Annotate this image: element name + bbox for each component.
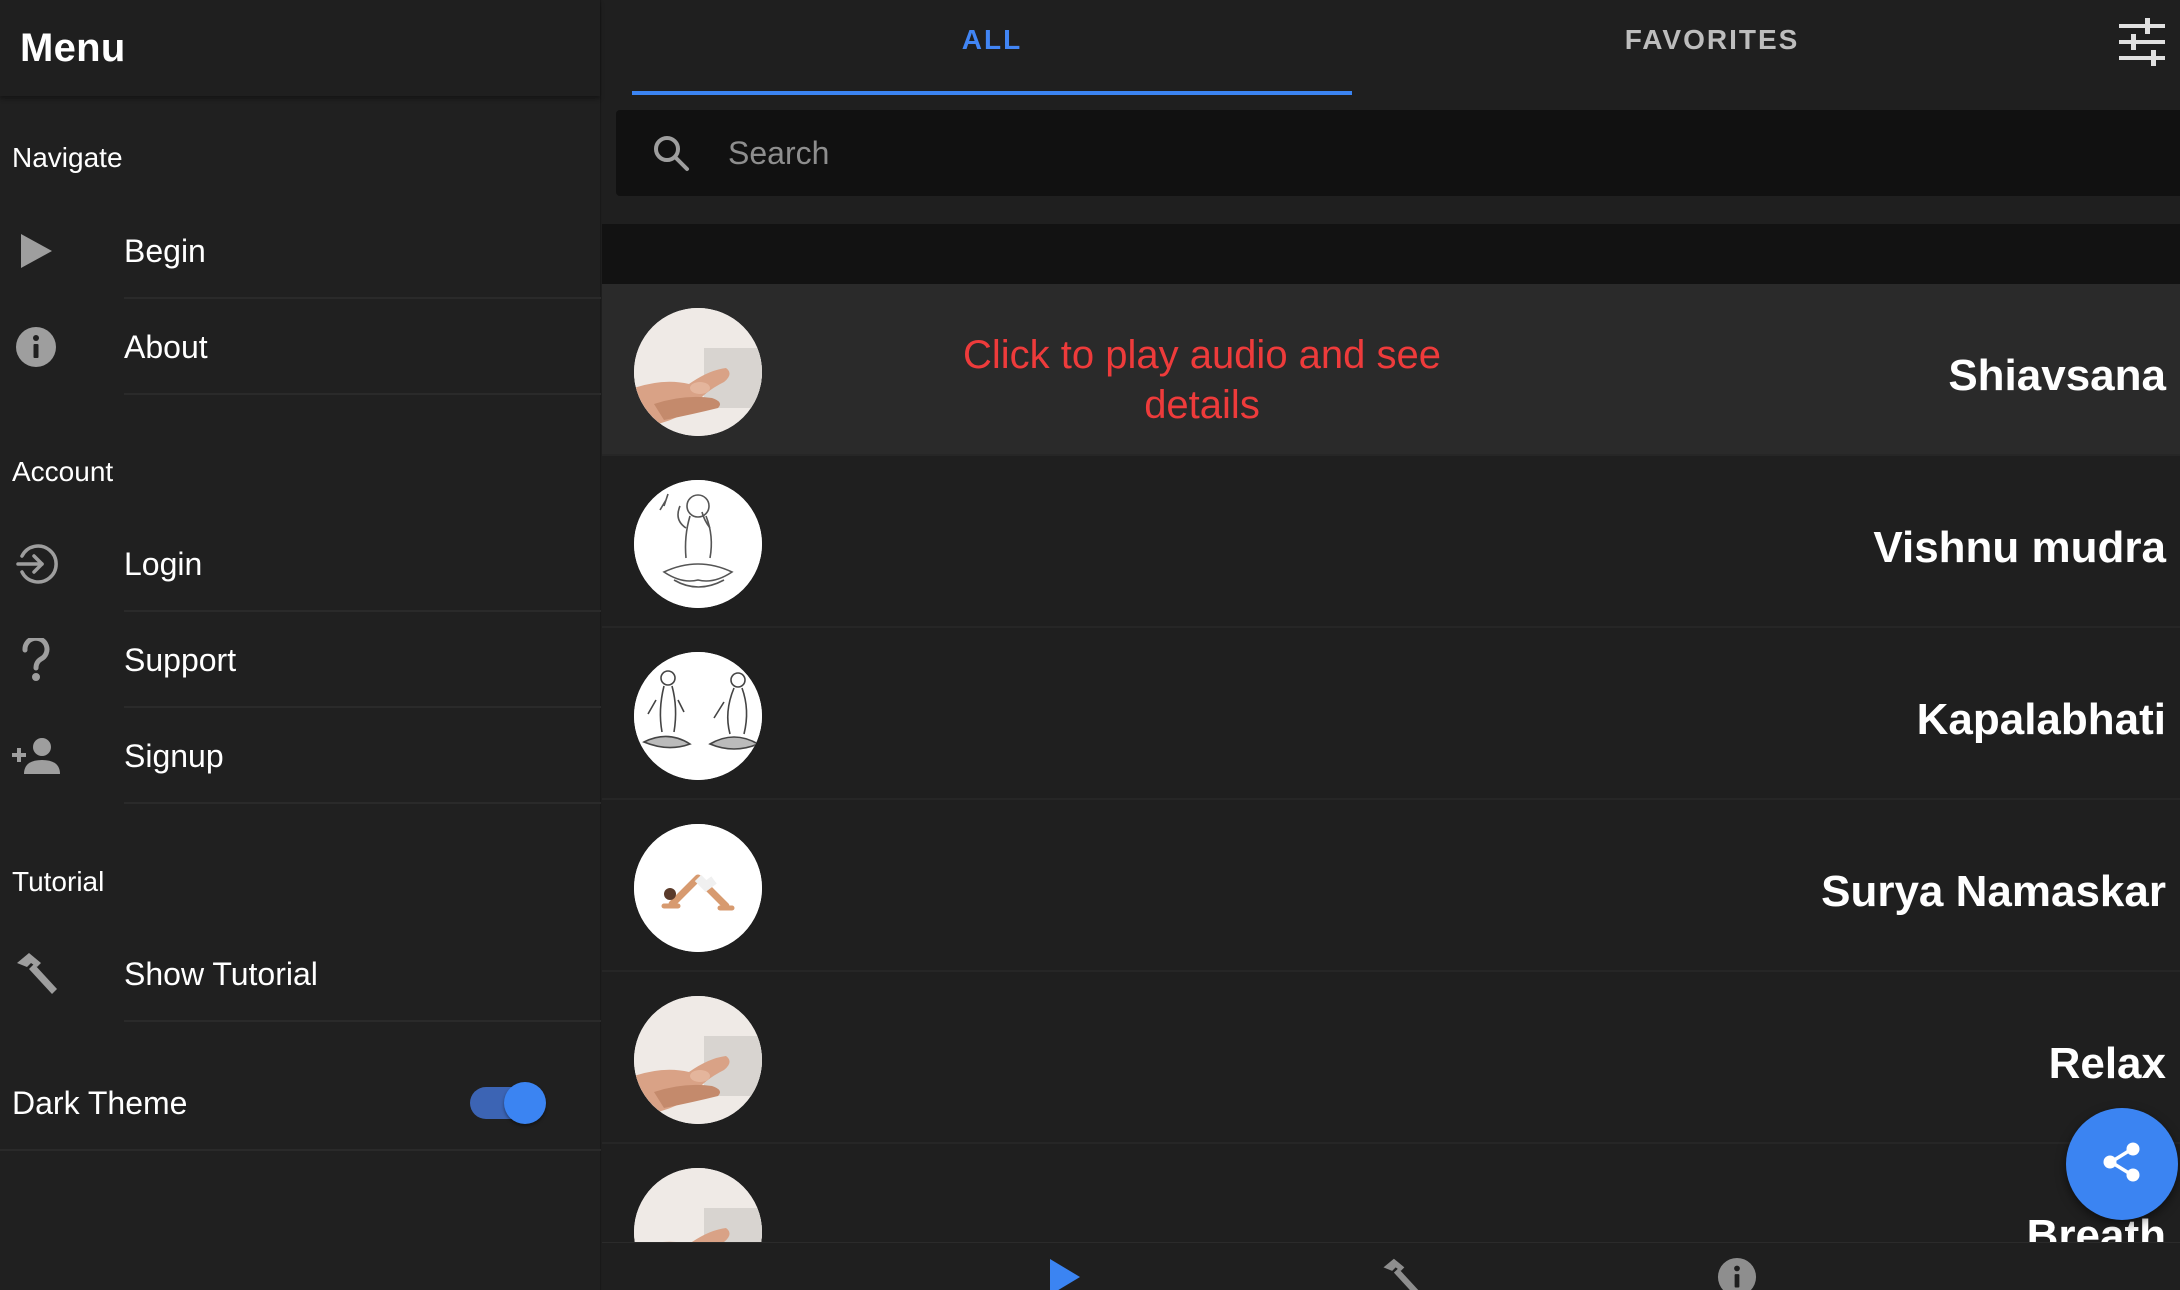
menu-item-label: Support <box>124 642 237 678</box>
list-item-relax[interactable]: Relax <box>602 972 2180 1144</box>
thumbnail-image <box>634 480 762 608</box>
menu-item-signup[interactable]: Signup <box>0 708 601 804</box>
menu-item-about[interactable]: About <box>0 299 601 395</box>
add-person-icon <box>12 732 60 780</box>
list-header-bar <box>602 224 2180 284</box>
list-item-title: Vishnu mudra <box>1873 523 2166 572</box>
thumbnail-image <box>634 1168 762 1242</box>
divider <box>124 802 601 804</box>
list-item-vishnu-mudra[interactable]: Vishnu mudra <box>602 456 2180 628</box>
section-label-account: Account <box>12 456 114 487</box>
section-label-navigate: Navigate <box>12 142 123 173</box>
menu-item-label: Show Tutorial <box>124 956 318 992</box>
search-icon <box>652 134 690 172</box>
main-content: ALL FAVORITES Search Click to play audio… <box>602 0 2180 1290</box>
filter-icon[interactable] <box>2117 18 2167 66</box>
info-icon <box>1717 1257 1757 1290</box>
list-item-title: Kapalabhati <box>1916 695 2166 744</box>
list-item-breath[interactable]: Breath <box>602 1144 2180 1242</box>
tab-bar: ALL FAVORITES <box>602 0 2180 96</box>
divider <box>0 1149 601 1151</box>
hammer-icon <box>12 950 60 998</box>
dark-theme-row: Dark Theme <box>0 1055 601 1151</box>
thumbnail-image <box>634 996 762 1124</box>
toggle-knob <box>504 1082 546 1124</box>
bottom-play-button[interactable] <box>1046 1257 1086 1290</box>
menu-item-label: Login <box>124 546 203 582</box>
list-item-title: Surya Namaskar <box>1821 867 2166 916</box>
bottom-tutorial-button[interactable] <box>1380 1257 1420 1290</box>
tab-all[interactable]: ALL <box>632 0 1352 96</box>
search-bar <box>616 110 2180 196</box>
hammer-icon <box>1380 1258 1420 1290</box>
exercise-list: Click to play audio and see details Shia… <box>602 284 2180 1242</box>
side-menu: Menu Navigate Begin About Account Login … <box>0 0 601 1290</box>
menu-item-show-tutorial[interactable]: Show Tutorial <box>0 926 601 1022</box>
menu-item-login[interactable]: Login <box>0 516 601 612</box>
tutorial-hint-text: Click to play audio and see details <box>962 333 1442 427</box>
help-icon <box>12 636 60 684</box>
app-window: Menu Navigate Begin About Account Login … <box>0 0 2180 1290</box>
menu-title: Menu <box>20 25 126 70</box>
menu-item-begin[interactable]: Begin <box>0 203 601 299</box>
thumbnail-image <box>634 824 762 952</box>
list-item-title: Shiavsana <box>1948 351 2166 400</box>
thumbnail-image <box>634 308 762 436</box>
login-icon <box>12 540 60 588</box>
list-item-shiavsana[interactable]: Click to play audio and see details Shia… <box>602 284 2180 456</box>
thumbnail-image <box>634 652 762 780</box>
tab-favorites[interactable]: FAVORITES <box>1352 0 2072 96</box>
dark-theme-toggle[interactable] <box>470 1082 546 1124</box>
list-item-surya-namaskar[interactable]: Surya Namaskar <box>602 800 2180 972</box>
menu-item-label: About <box>124 329 208 365</box>
share-icon <box>2100 1140 2144 1189</box>
share-button[interactable] <box>2066 1108 2178 1220</box>
search-input[interactable] <box>726 110 2126 196</box>
menu-item-support[interactable]: Support <box>0 612 601 708</box>
section-label-tutorial: Tutorial <box>12 866 105 897</box>
active-tab-indicator <box>632 91 1352 95</box>
menu-item-label: Begin <box>124 233 206 269</box>
list-item-kapalabhati[interactable]: Kapalabhati <box>602 628 2180 800</box>
side-menu-header: Menu <box>0 0 600 96</box>
divider <box>124 393 601 395</box>
play-icon <box>1046 1259 1082 1290</box>
play-icon <box>12 227 60 275</box>
menu-item-label: Signup <box>124 738 224 774</box>
bottom-about-button[interactable] <box>1717 1257 1757 1290</box>
bottom-nav-bar <box>602 1242 2180 1290</box>
dark-theme-label: Dark Theme <box>12 1085 188 1121</box>
info-icon <box>12 323 60 371</box>
divider <box>124 1020 601 1022</box>
